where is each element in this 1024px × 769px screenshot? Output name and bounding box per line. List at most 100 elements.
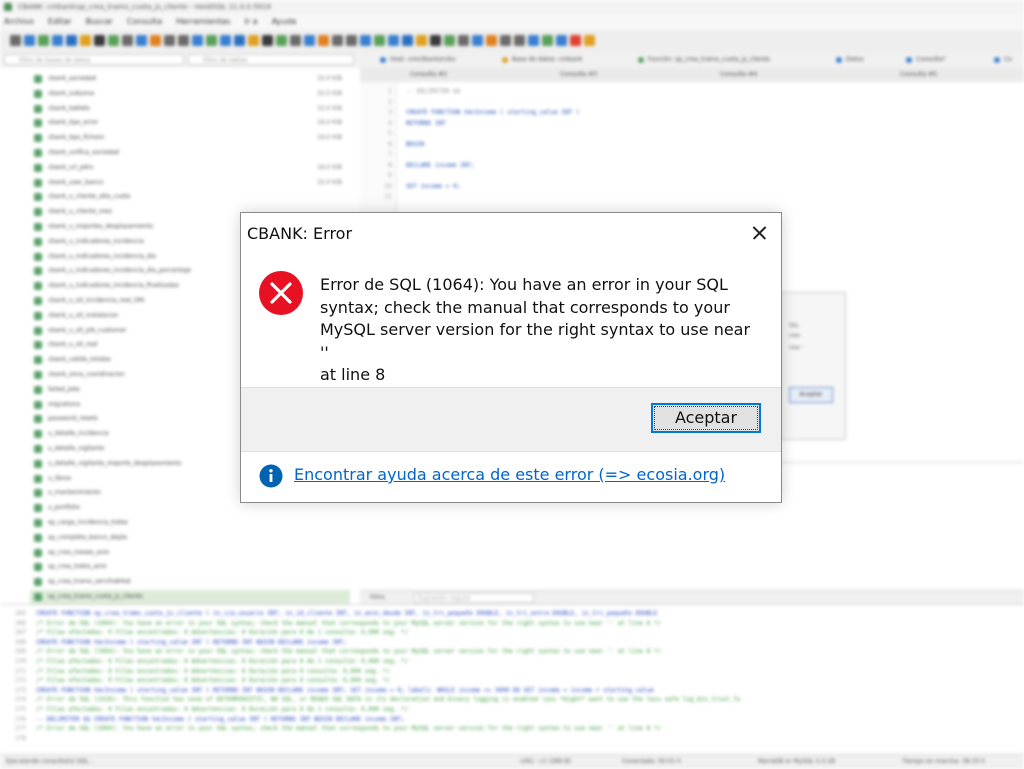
tree-item[interactable]: cbank_tipo_error 16,0 KiB <box>30 116 350 130</box>
results-filter-bar: Filtro Expresión regular <box>360 590 1024 604</box>
toolbar-icon[interactable] <box>80 35 91 46</box>
toolbar-icon[interactable] <box>192 35 203 46</box>
tab-label: Datos <box>846 56 864 63</box>
tree-item[interactable]: cbank_tablets 32,0 KiB <box>30 102 350 116</box>
tree-item[interactable]: sp_carga_incidencia_todas <box>30 516 350 530</box>
toolbar-icon[interactable] <box>66 35 77 46</box>
tree-item-label: sp_crea_tramo_servihabitat <box>48 578 131 586</box>
menu-item[interactable]: Editar <box>48 14 72 30</box>
tree-item[interactable]: cbank_sociedad 32,0 KiB <box>30 72 350 86</box>
menu-item[interactable]: Archivo <box>4 14 34 30</box>
log-line: 265 CREATE FUNCTION sp_crea_tramo_cuota_j… <box>0 609 1024 618</box>
toolbar-icon[interactable] <box>346 35 357 46</box>
toolbar-icon[interactable] <box>416 35 427 46</box>
tree-item[interactable]: cbank_user_banco 32,0 KiB <box>30 176 350 190</box>
status-bar: Ejecutando consulta(s) SQL... r261 : c1 … <box>0 754 1024 769</box>
database-filter-input[interactable]: Filtro de bases de datos <box>4 54 184 65</box>
toolbar-icon[interactable] <box>150 35 161 46</box>
tree-item[interactable]: sp_crea_todos_anio <box>30 560 350 574</box>
tree-item[interactable]: sp_crea_meses_anio <box>30 546 350 560</box>
toolbar-icon[interactable] <box>444 35 455 46</box>
tree-item[interactable]: sp_crea_tramo_cuota_js_cliente <box>30 590 350 604</box>
table-icon <box>34 208 42 217</box>
query-tab[interactable]: Consulta #3 <box>560 69 597 81</box>
menu-item[interactable]: Ayuda <box>272 14 297 30</box>
help-link[interactable]: Encontrar ayuda acerca de este error (=>… <box>294 465 725 484</box>
tree-item[interactable]: cbank_u_cliente_alta_cuota <box>30 190 350 204</box>
tree-item[interactable]: cbank_tipo_fichero 16,0 KiB <box>30 131 350 145</box>
table-filter-input[interactable]: Filtro de tablas <box>188 54 354 65</box>
toolbar-icon[interactable] <box>24 35 35 46</box>
tab-0[interactable]: Host: cmictbanksrvbu <box>378 54 456 66</box>
toolbar-icon[interactable] <box>290 35 301 46</box>
toolbar-icon[interactable] <box>570 35 581 46</box>
table-icon <box>34 267 42 276</box>
tree-item[interactable]: sp_crea_tramo_servihabitat <box>30 575 350 589</box>
toolbar-icon[interactable] <box>514 35 525 46</box>
menu-item[interactable]: Herramientas <box>176 14 231 30</box>
log-line-text: /* Filas afectadas: 0 Filas encontradas:… <box>36 677 391 685</box>
tree-item[interactable]: cbank_url_pdrs 16,0 KiB <box>30 161 350 175</box>
toolbar-icon[interactable] <box>206 35 217 46</box>
toolbar-icon[interactable] <box>402 35 413 46</box>
toolbar-icon[interactable] <box>430 35 441 46</box>
toolbar-icon[interactable] <box>318 35 329 46</box>
close-button[interactable] <box>745 219 773 247</box>
toolbar-icon[interactable] <box>52 35 63 46</box>
toolbar-icon[interactable] <box>388 35 399 46</box>
toolbar-icon[interactable] <box>528 35 539 46</box>
toolbar-icon[interactable] <box>108 35 119 46</box>
query-tab[interactable]: Consulta #5 <box>900 69 937 81</box>
toolbar-icon[interactable] <box>122 35 133 46</box>
toolbar-icon[interactable] <box>10 35 21 46</box>
query-tab[interactable]: Consulta #2 <box>410 69 447 81</box>
table-icon <box>34 430 42 439</box>
tab-3[interactable]: Datos <box>834 54 863 66</box>
log-line: 275 /* Filas afectadas: 0 Filas encontrad… <box>0 705 1024 714</box>
toolbar-icon[interactable] <box>164 35 175 46</box>
menu-bar: Archivo Editar Buscar Consulta Herramientas I… <box>0 14 1024 30</box>
line-number: 6 <box>388 140 392 148</box>
toolbar-icon[interactable] <box>584 35 595 46</box>
tab-5[interactable]: Co <box>992 54 1012 66</box>
table-icon <box>34 548 42 557</box>
tab-1[interactable]: Base de datos: cmbank <box>500 54 582 66</box>
toolbar-icon[interactable] <box>472 35 483 46</box>
toolbar-icon[interactable] <box>458 35 469 46</box>
menu-item[interactable]: Consulta <box>127 14 162 30</box>
toolbar-icon[interactable] <box>220 35 231 46</box>
toolbar-icon[interactable] <box>360 35 371 46</box>
tree-item-size: 32,0 KiB <box>317 104 342 112</box>
window-titlebar: CBANK: cmbank\sp_crea_tramo_cuota_js_cli… <box>0 0 1024 14</box>
code-line: SET income = 0; <box>406 182 461 190</box>
toolbar-icon[interactable] <box>486 35 497 46</box>
menu-item[interactable]: Ir a <box>244 14 257 30</box>
toolbar-icon[interactable] <box>248 35 259 46</box>
query-tab[interactable]: Consulta #4 <box>720 69 757 81</box>
toolbar-icon[interactable] <box>262 35 273 46</box>
results-filter-input[interactable]: Expresión regular <box>414 593 534 603</box>
toolbar-icon[interactable] <box>374 35 385 46</box>
toolbar-icon[interactable] <box>136 35 147 46</box>
tree-item[interactable]: u_portfolio <box>30 501 350 515</box>
toolbar-icon[interactable] <box>500 35 511 46</box>
toolbar-icon[interactable] <box>542 35 553 46</box>
toolbar-icon[interactable] <box>556 35 567 46</box>
log-line-text: /* Filas afectadas: 0 Filas encontradas:… <box>36 629 409 637</box>
code-line: RETURNS INT <box>406 119 446 127</box>
toolbar-icon[interactable] <box>276 35 287 46</box>
toolbar-icon[interactable] <box>178 35 189 46</box>
tree-item[interactable]: cbank_subzona 32,0 KiB <box>30 87 350 101</box>
tree-item[interactable]: sp_completa_banco_depla <box>30 531 350 545</box>
tab-2[interactable]: Función: sp_crea_tramo_cuota_js_cliente <box>636 54 770 66</box>
tab-4[interactable]: Consulta* <box>904 54 945 66</box>
toolbar-icon[interactable] <box>304 35 315 46</box>
toolbar-icon[interactable] <box>332 35 343 46</box>
line-number: 3 <box>388 109 392 116</box>
toolbar-icon[interactable] <box>234 35 245 46</box>
toolbar-icon[interactable] <box>38 35 49 46</box>
toolbar-icon[interactable] <box>94 35 105 46</box>
ok-button[interactable]: Aceptar <box>651 403 761 433</box>
menu-item[interactable]: Buscar <box>86 14 113 30</box>
tree-item[interactable]: cbank_unifica_sociedad <box>30 146 350 160</box>
